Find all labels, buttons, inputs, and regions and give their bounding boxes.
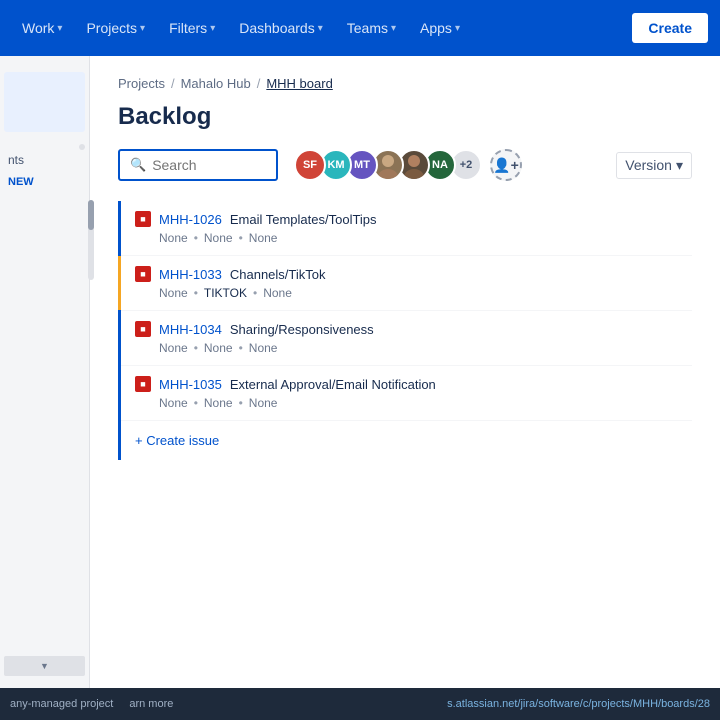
issue-meta: None • TIKTOK • None	[159, 286, 678, 300]
toolbar: 🔍 SF KM MT NA +2 👤+ Version ▾	[118, 149, 692, 181]
learn-more-link[interactable]: arn more	[129, 698, 173, 710]
navbar: Work ▾ Projects ▾ Filters ▾ Dashboards ▾…	[0, 0, 720, 56]
chevron-down-icon: ▾	[391, 23, 396, 34]
breadcrumb-hub[interactable]: Mahalo Hub	[181, 76, 251, 91]
breadcrumb-projects[interactable]: Projects	[118, 76, 165, 91]
nav-item-apps[interactable]: Apps ▾	[410, 14, 470, 42]
issue-id: MHH-1026	[159, 212, 222, 227]
managed-text: any-managed project	[10, 698, 113, 710]
priority-indicator	[118, 256, 121, 310]
table-row[interactable]: ■ MHH-1033 Channels/TikTok None • TIKTOK…	[121, 256, 692, 311]
chevron-down-icon: ▾	[455, 23, 460, 34]
page-title: Backlog	[118, 103, 692, 131]
chevron-down-icon: ▾	[140, 23, 145, 34]
priority-indicator	[118, 366, 121, 420]
search-input[interactable]	[152, 157, 266, 173]
nav-item-filters[interactable]: Filters ▾	[159, 14, 225, 42]
collapse-icon[interactable]: ▼	[40, 661, 49, 671]
issue-id: MHH-1034	[159, 322, 222, 337]
issue-id: MHH-1035	[159, 377, 222, 392]
avatar-add[interactable]: 👤+	[490, 149, 522, 181]
nav-item-projects[interactable]: Projects ▾	[76, 14, 155, 42]
nav-item-work[interactable]: Work ▾	[12, 14, 72, 42]
priority-indicator	[118, 311, 121, 365]
url-bar: s.atlassian.net/jira/software/c/projects…	[447, 698, 710, 710]
version-dropdown[interactable]: Version ▾	[616, 152, 692, 179]
create-button[interactable]: Create	[632, 13, 708, 43]
issue-title: Sharing/Responsiveness	[230, 322, 374, 337]
priority-indicator	[118, 201, 121, 255]
issue-meta: None • None • None	[159, 396, 678, 410]
search-icon: 🔍	[130, 157, 146, 173]
nav-item-teams[interactable]: Teams ▾	[337, 14, 406, 42]
issue-title: External Approval/Email Notification	[230, 377, 436, 392]
issue-title: Channels/TikTok	[230, 267, 326, 282]
table-row[interactable]: ■ MHH-1026 Email Templates/ToolTips None…	[121, 201, 692, 256]
issue-id: MHH-1033	[159, 267, 222, 282]
chevron-down-icon: ▾	[210, 23, 215, 34]
chevron-down-icon: ▾	[57, 23, 62, 34]
nav-item-dashboards[interactable]: Dashboards ▾	[229, 14, 333, 42]
issue-type-icon: ■	[135, 266, 151, 282]
sidebar-item-nts[interactable]: nts	[0, 148, 89, 172]
issue-type-icon: ■	[135, 376, 151, 392]
sidebar: nts NEW ▼	[0, 56, 90, 688]
breadcrumb: Projects / Mahalo Hub / MHH board	[118, 76, 692, 91]
bottom-bar: any-managed project arn more s.atlassian…	[0, 688, 720, 720]
chevron-down-icon: ▾	[676, 157, 683, 174]
chevron-down-icon: ▾	[318, 23, 323, 34]
main-content: Projects / Mahalo Hub / MHH board Backlo…	[90, 56, 720, 688]
sidebar-item-new: NEW	[0, 172, 89, 192]
backlog-list: ■ MHH-1026 Email Templates/ToolTips None…	[118, 201, 692, 460]
issue-meta: None • None • None	[159, 341, 678, 355]
scroll-indicator	[88, 200, 94, 280]
table-row[interactable]: ■ MHH-1035 External Approval/Email Notif…	[121, 366, 692, 421]
issue-type-icon: ■	[135, 211, 151, 227]
issue-meta: None • None • None	[159, 231, 678, 245]
issue-title: Email Templates/ToolTips	[230, 212, 377, 227]
issue-type-icon: ■	[135, 321, 151, 337]
avatar-group: SF KM MT NA +2 👤+	[294, 149, 522, 181]
avatar-sf[interactable]: SF	[294, 149, 326, 181]
table-row[interactable]: ■ MHH-1034 Sharing/Responsiveness None •…	[121, 311, 692, 366]
breadcrumb-board[interactable]: MHH board	[266, 76, 332, 91]
search-box[interactable]: 🔍	[118, 149, 278, 181]
create-issue-button[interactable]: + Create issue	[121, 421, 692, 460]
